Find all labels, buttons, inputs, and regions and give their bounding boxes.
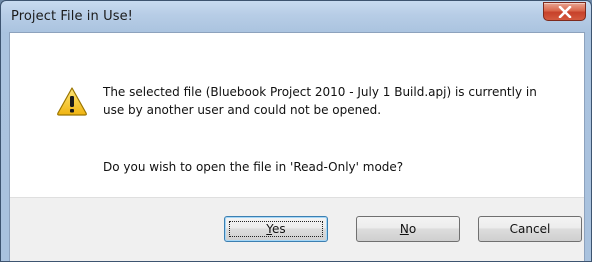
message-line-2: use by another user and could not be ope… <box>103 103 382 117</box>
no-button-label: No <box>400 222 416 236</box>
cancel-button[interactable]: Cancel <box>478 216 582 242</box>
title-bar[interactable]: Project File in Use! <box>1 1 591 33</box>
dialog-window: Project File in Use! The selected file (… <box>0 0 592 262</box>
dialog-content: The selected file (Bluebook Project 2010… <box>9 32 585 261</box>
yes-button[interactable]: Yes <box>224 216 328 242</box>
button-bar: Yes No Cancel <box>10 197 584 261</box>
warning-icon <box>56 86 88 116</box>
no-mnemonic: N <box>399 222 409 236</box>
message-line-1: The selected file (Bluebook Project 2010… <box>103 85 537 99</box>
cancel-button-label: Cancel <box>509 222 551 236</box>
focus-rectangle <box>229 221 323 237</box>
question-text: Do you wish to open the file in 'Read-On… <box>103 160 404 174</box>
no-label-rest: o <box>408 222 417 236</box>
close-icon <box>544 3 585 20</box>
no-button[interactable]: No <box>356 216 460 242</box>
close-button[interactable] <box>543 2 586 21</box>
window-title: Project File in Use! <box>11 9 133 24</box>
